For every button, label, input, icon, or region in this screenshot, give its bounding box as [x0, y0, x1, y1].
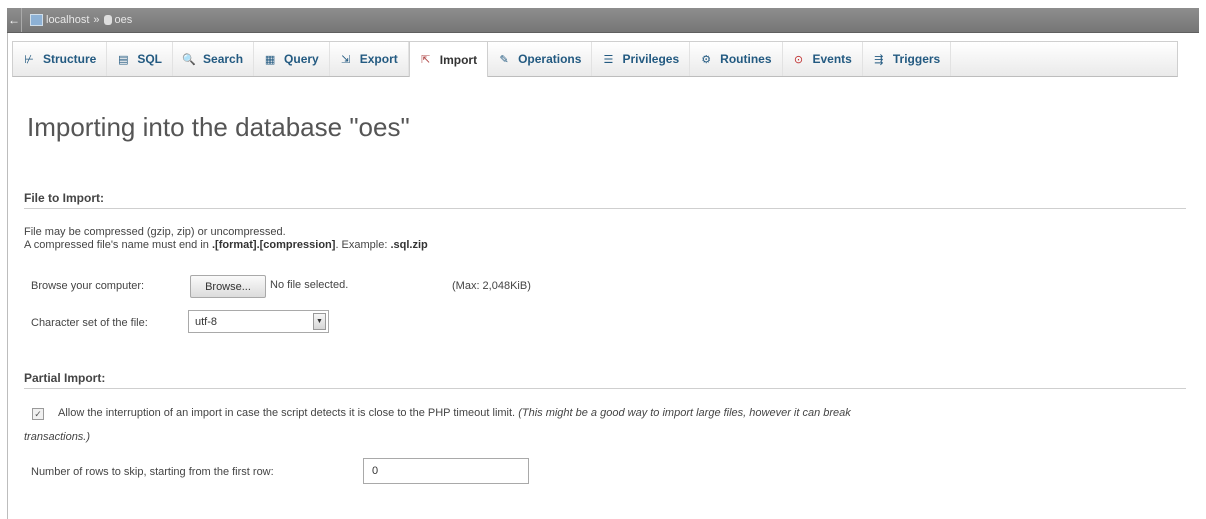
- format-note-prefix: A compressed file's name must end in: [24, 239, 212, 251]
- database-icon: [103, 15, 112, 25]
- breadcrumb: localhost » oes: [30, 14, 132, 26]
- privileges-icon: ☰: [603, 53, 614, 66]
- tab-import[interactable]: ⇱ Import: [408, 42, 489, 77]
- file-to-import-legend: File to Import:: [24, 191, 104, 205]
- format-note-example: .sql.zip: [390, 239, 428, 251]
- tab-operations[interactable]: ✎ Operations: [488, 42, 593, 76]
- browse-label: Browse your computer:: [31, 280, 145, 292]
- server-icon: [30, 14, 43, 26]
- breadcrumb-server[interactable]: localhost: [46, 14, 89, 26]
- allow-interrupt-label: Allow the interruption of an import in c…: [58, 407, 516, 419]
- search-icon: 🔍: [182, 53, 196, 66]
- section-divider: [24, 208, 1186, 209]
- query-icon: ▦: [264, 53, 276, 66]
- tab-bar: ⊬ Structure ▤ SQL 🔍 Search ▦ Query ⇲ Exp…: [12, 41, 1178, 77]
- tab-label: Search: [203, 52, 244, 66]
- left-border: [7, 33, 8, 519]
- tab-label: Routines: [720, 52, 772, 66]
- max-upload-size: (Max: 2,048KiB): [452, 280, 531, 292]
- tab-label: Privileges: [622, 52, 680, 66]
- page-title: Importing into the database "oes": [27, 112, 410, 142]
- partial-import-legend: Partial Import:: [24, 371, 106, 385]
- allow-interrupt-checkbox[interactable]: ✓: [32, 408, 44, 420]
- operations-icon: ✎: [499, 53, 509, 66]
- tab-search[interactable]: 🔍 Search: [173, 42, 255, 76]
- tab-label: SQL: [137, 52, 163, 66]
- charset-select[interactable]: utf-8 ▼: [188, 310, 329, 333]
- skip-rows-label: Number of rows to skip, starting from th…: [31, 466, 274, 478]
- tab-label: Triggers: [892, 52, 941, 66]
- tab-label: Operations: [518, 52, 582, 66]
- tab-label: Events: [812, 52, 852, 66]
- tab-label: Query: [284, 52, 319, 66]
- sql-icon: ▤: [118, 53, 129, 66]
- allow-interrupt-note: (This might be a good way to import larg…: [518, 407, 851, 419]
- tab-events[interactable]: ⊙ Events: [783, 42, 863, 76]
- no-file-selected: No file selected.: [270, 279, 349, 291]
- breadcrumb-database[interactable]: oes: [115, 14, 133, 26]
- section-divider: [24, 388, 1186, 389]
- chevron-down-icon[interactable]: ▼: [313, 313, 326, 330]
- tab-export[interactable]: ⇲ Export: [330, 42, 409, 76]
- tab-sql[interactable]: ▤ SQL: [107, 42, 174, 76]
- collapse-nav-icon[interactable]: ←: [7, 8, 22, 32]
- format-note-example-label: . Example:: [335, 239, 391, 251]
- skip-rows-input[interactable]: 0: [363, 458, 529, 484]
- tab-label: Export: [359, 52, 398, 66]
- breadcrumb-separator: »: [93, 14, 100, 26]
- browse-button[interactable]: Browse...: [190, 275, 266, 298]
- export-icon: ⇲: [341, 53, 351, 66]
- format-note-format: .[format].[compression]: [211, 239, 336, 251]
- compression-format-note: A compressed file's name must end in .[f…: [24, 239, 428, 251]
- tab-privileges[interactable]: ☰ Privileges: [592, 42, 691, 76]
- charset-label: Character set of the file:: [31, 317, 148, 329]
- import-icon: ⇱: [421, 54, 431, 66]
- allow-interrupt-note-continued: transactions.): [24, 431, 91, 443]
- breadcrumb-bar: ← localhost » oes: [7, 8, 1199, 33]
- tab-triggers[interactable]: ⇶ Triggers: [863, 42, 952, 76]
- allow-interrupt-text: Allow the interruption of an import in c…: [58, 407, 851, 419]
- tab-query[interactable]: ▦ Query: [254, 42, 330, 76]
- structure-icon: ⊬: [24, 53, 34, 66]
- tab-label: Structure: [43, 52, 97, 66]
- routines-icon: ⚙: [701, 53, 712, 66]
- triggers-icon: ⇶: [874, 53, 884, 66]
- events-icon: ⊙: [793, 53, 804, 66]
- tab-label: Import: [439, 52, 478, 67]
- tab-routines[interactable]: ⚙ Routines: [690, 42, 783, 76]
- tab-structure[interactable]: ⊬ Structure: [13, 42, 108, 76]
- charset-value: utf-8: [195, 315, 218, 328]
- compression-note: File may be compressed (gzip, zip) or un…: [24, 226, 286, 238]
